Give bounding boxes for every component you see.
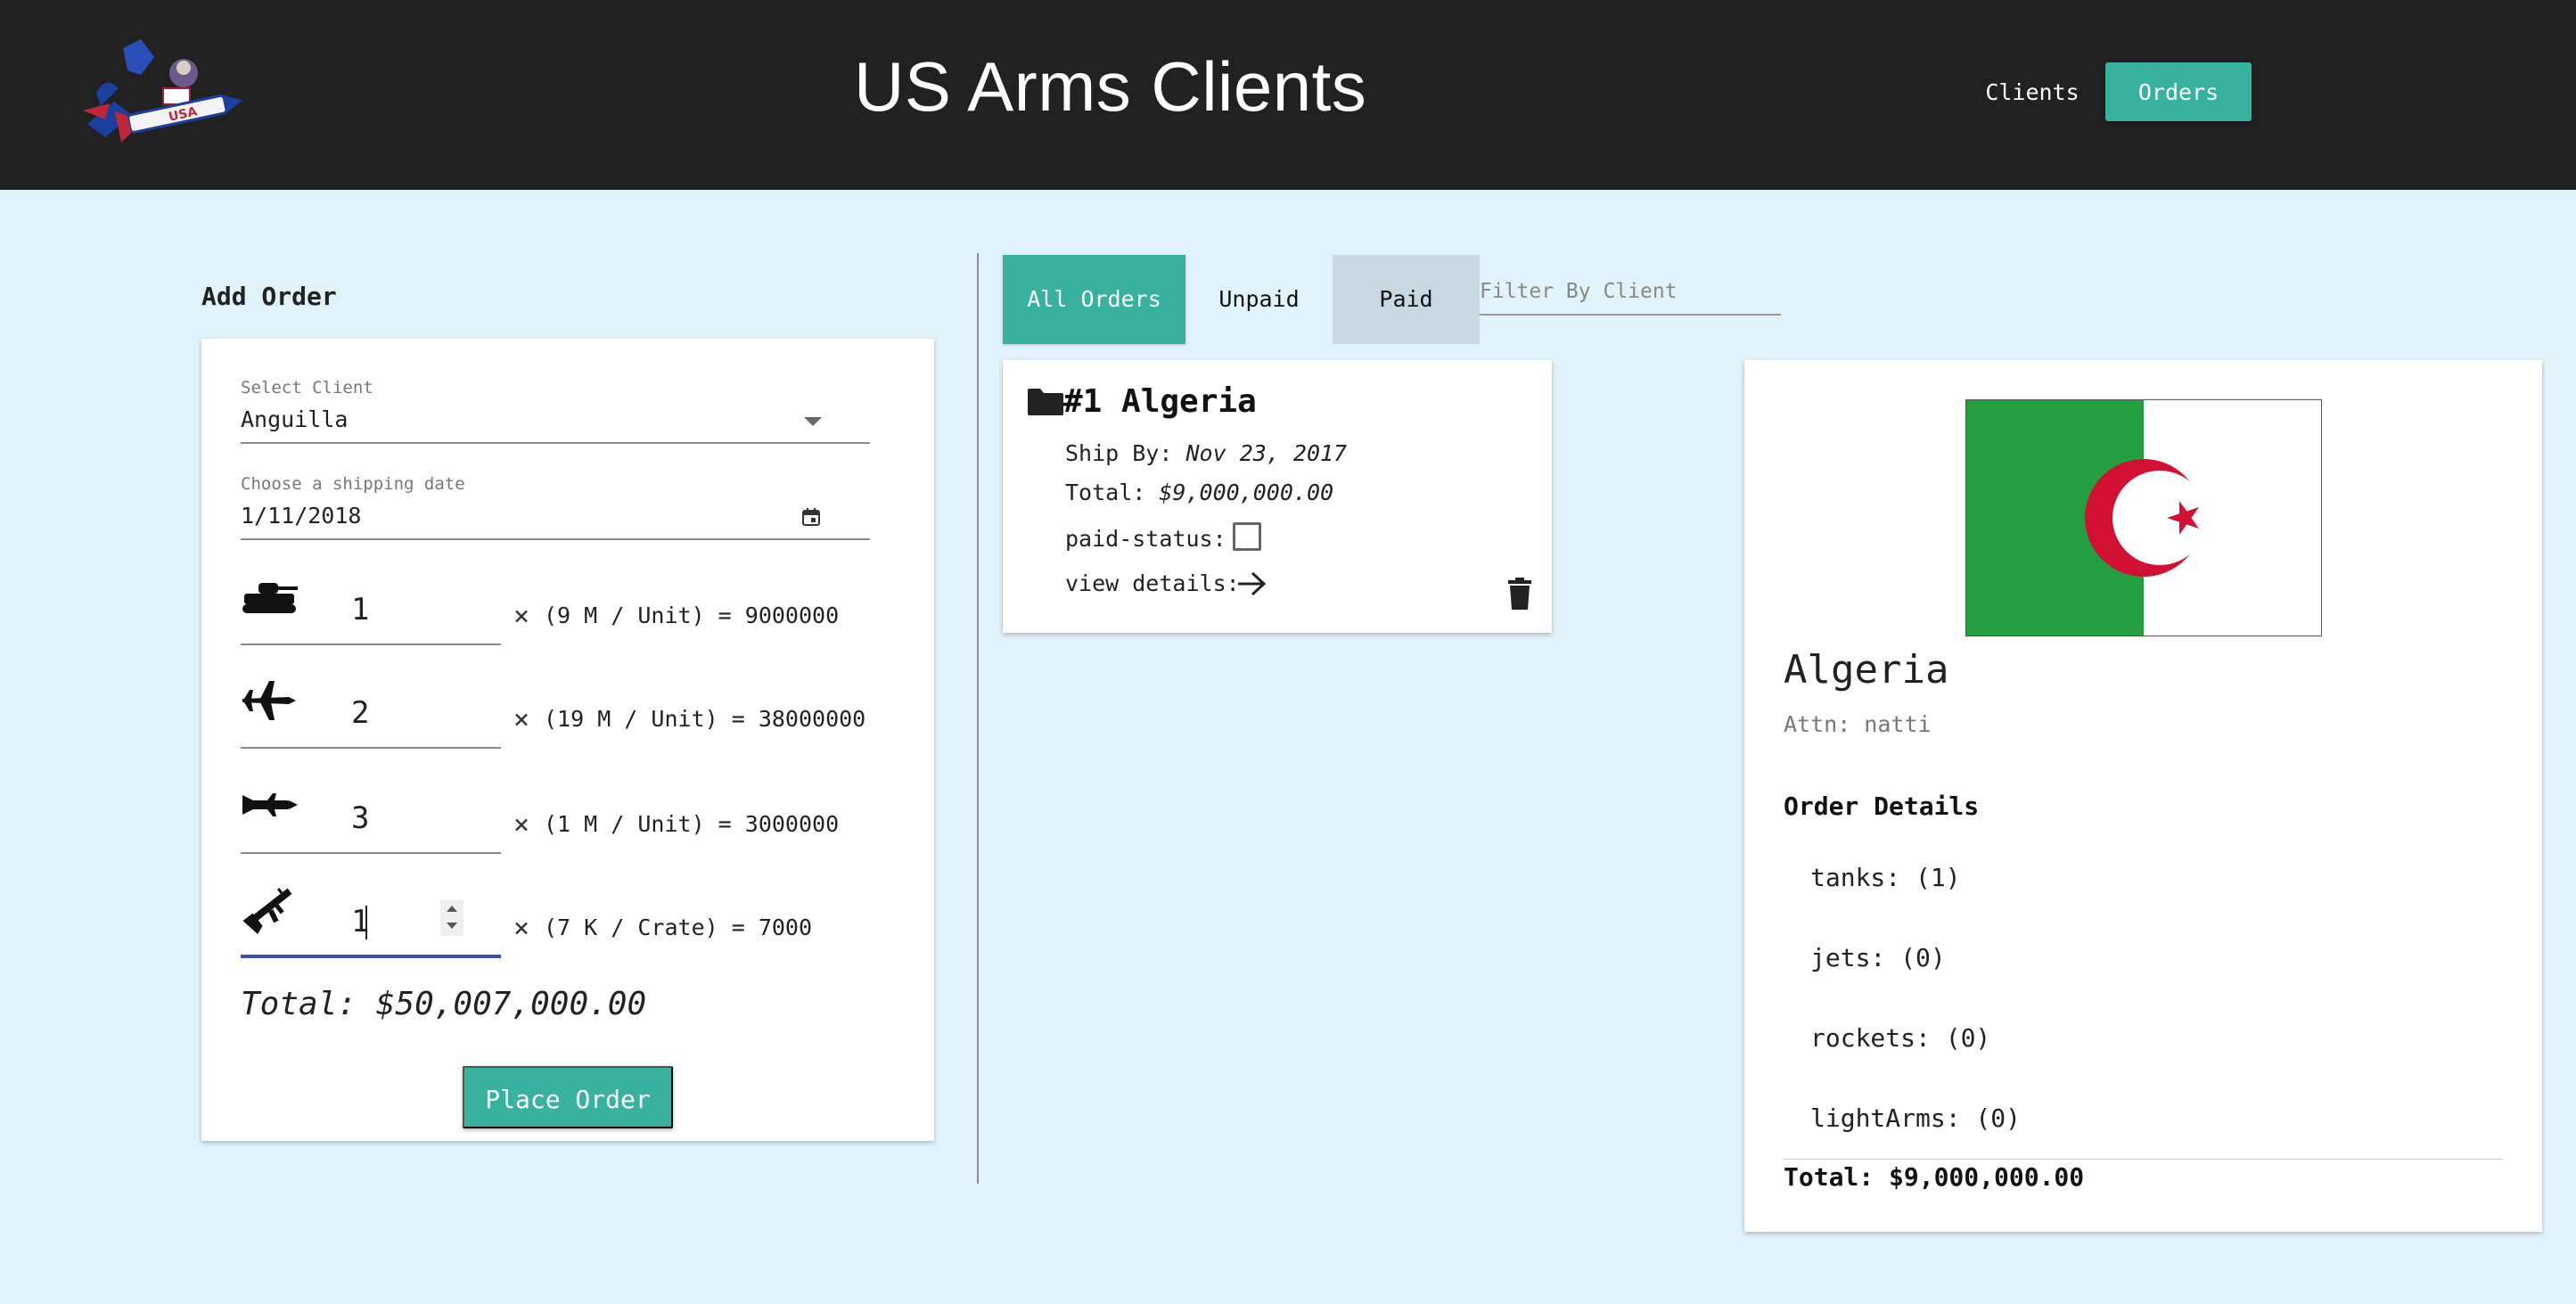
multiply-symbol: × (513, 809, 530, 841)
rocket-row: 3 × (1 M / Unit) = 3000000 (241, 781, 918, 854)
tab-paid[interactable]: Paid (1333, 255, 1480, 344)
ship-by-label: Ship By: (1065, 440, 1173, 466)
order-total: Total: $50,007,000.00 (241, 986, 647, 1022)
trash-icon[interactable] (1507, 578, 1532, 610)
view-details-label: view details: (1065, 570, 1240, 596)
app-header: USA US Arms Clients Clients Orders (0, 0, 2576, 190)
tank-quantity-input[interactable]: 1 (351, 592, 369, 627)
select-client-label: Select Client (241, 378, 373, 398)
select-client-underline (241, 442, 870, 444)
jet-quantity-underline (241, 747, 501, 749)
order-detail-card: Algeria Attn: natti Order Details tanks:… (1744, 360, 2542, 1232)
paid-status-label: paid-status: (1065, 526, 1226, 552)
logo: USA (83, 39, 243, 143)
jet-row: 2 × (19 M / Unit) = 38000000 (241, 676, 918, 749)
order-total-label: Total: (1065, 480, 1146, 505)
add-order-form: Select Client Anguilla Choose a shipping… (201, 339, 934, 1141)
filter-by-client-input[interactable]: Filter By Client (1480, 280, 1779, 316)
vertical-divider (977, 253, 979, 1184)
detail-item-light-arms: lightArms: (0) (1810, 1103, 2022, 1133)
ship-by-value: Nov 23, 2017 (1185, 440, 1348, 466)
select-client-dropdown[interactable]: Anguilla (241, 406, 348, 432)
multiply-symbol: × (513, 704, 530, 735)
paid-status-checkbox[interactable] (1233, 522, 1261, 551)
detail-item-rockets: rockets: (0) (1810, 1023, 1991, 1053)
rocket-quantity-input[interactable]: 3 (351, 800, 369, 836)
jet-price-formula: (19 M / Unit) = 38000000 (544, 706, 866, 732)
add-order-heading: Add Order (201, 282, 337, 311)
jet-icon (242, 681, 296, 720)
arrow-right-icon[interactable] (1236, 570, 1268, 597)
rocket-quantity-underline (241, 852, 501, 854)
country-name: Algeria (1784, 647, 1949, 693)
algeria-flag (1965, 399, 2322, 636)
order-total-value: $9,000,000.00 (1159, 480, 1334, 505)
rocket-icon (242, 793, 298, 816)
place-order-button[interactable]: Place Order (463, 1066, 673, 1128)
tab-unpaid[interactable]: Unpaid (1185, 255, 1333, 344)
stepper-up-icon[interactable] (447, 906, 457, 912)
shipping-date-label: Choose a shipping date (241, 474, 465, 494)
nav-orders-button[interactable]: Orders (2105, 62, 2252, 121)
shipping-date-input[interactable]: 1/11/2018 (241, 503, 361, 529)
order-title: #1 Algeria (1063, 383, 1257, 420)
light-arms-row: 1 × (7 K / Crate) = 7000 (241, 884, 918, 958)
light-arms-quantity-underline (241, 955, 501, 958)
order-card[interactable]: #1 Algeria Ship By: Nov 23, 2017 Total: … (1003, 360, 1552, 633)
rocket-price-formula: (1 M / Unit) = 3000000 (544, 811, 840, 837)
tank-price-formula: (9 M / Unit) = 9000000 (544, 603, 840, 628)
multiply-symbol: × (513, 601, 530, 632)
nav-clients-button[interactable]: Clients (1970, 62, 2095, 121)
folder-icon (1028, 389, 1063, 415)
attention-contact: Attn: natti (1784, 711, 1932, 737)
filter-underline (1480, 314, 1781, 316)
text-caret (365, 906, 367, 939)
quantity-stepper[interactable] (440, 900, 464, 936)
stepper-down-icon[interactable] (447, 923, 457, 929)
calendar-icon[interactable] (800, 506, 822, 528)
chevron-down-icon[interactable] (804, 417, 822, 426)
detail-divider (1784, 1159, 2504, 1160)
rifle-icon (242, 888, 292, 935)
detail-total: Total: $9,000,000.00 (1784, 1162, 2085, 1192)
detail-item-tanks: tanks: (1) (1810, 863, 1961, 892)
app-title: US Arms Clients (854, 47, 1367, 126)
light-arms-price-formula: (7 K / Crate) = 7000 (544, 914, 813, 940)
tank-icon (242, 583, 298, 613)
detail-item-jets: jets: (0) (1810, 943, 1946, 972)
tab-all-orders[interactable]: All Orders (1003, 255, 1185, 344)
multiply-symbol: × (513, 913, 530, 944)
order-details-heading: Order Details (1784, 791, 1980, 821)
tank-row: 1 × (9 M / Unit) = 9000000 (241, 572, 918, 645)
jet-quantity-input[interactable]: 2 (351, 695, 369, 731)
order-total-line: Total: $9,000,000.00 (1065, 480, 1333, 505)
ship-by-line: Ship By: Nov 23, 2017 (1065, 440, 1347, 466)
tank-quantity-underline (241, 644, 501, 645)
shipping-date-underline (241, 538, 870, 540)
